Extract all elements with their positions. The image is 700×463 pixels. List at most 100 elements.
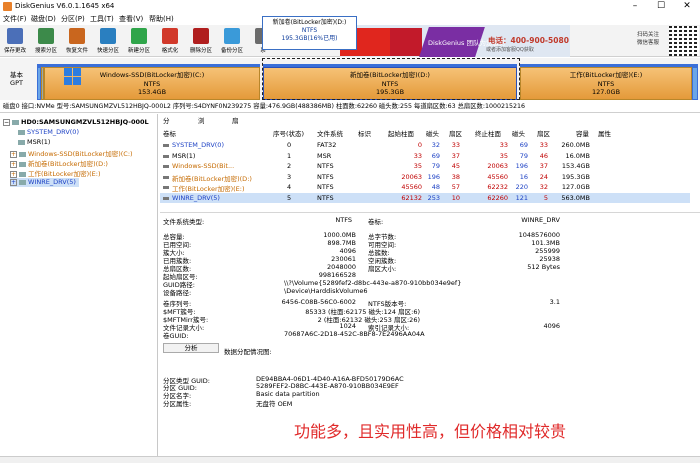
col-start-head[interactable]: 磁头 [426,128,439,138]
tree-item-c[interactable]: + Windows-SSD(BitLocker加密)(C:) [10,148,133,158]
cell-sc: 20063 [401,172,422,181]
partition-icon [19,151,26,157]
col-end-sector[interactable]: 扇区 [537,128,550,138]
cell-cap: 195.3GB [561,172,590,181]
table-row[interactable]: MSR(1) 1 MSR 33 69 37 35 79 46 16.0MB [160,151,690,161]
partition-tooltip: 新加卷(BitLocker加密)(D:) NTFS 195.3GB(16%已用) [262,16,357,50]
banner-qq-text: 或者添加客服QQ获取 [486,47,534,53]
cell-ec: 45560 [487,172,508,181]
menu-view[interactable]: 查看(V) [119,14,143,24]
partition-row-icon [163,196,169,200]
menu-help[interactable]: 帮助(H) [149,14,174,24]
expand-icon[interactable]: + [10,160,17,168]
table-row[interactable]: 工作(BitLocker加密)(E:) 4 NTFS 45560 48 57 62232 22… [160,182,690,193]
cell-cap: 153.4GB [561,162,590,170]
menu-disk[interactable]: 磁盘(D) [31,14,56,24]
col-index[interactable]: 序号(状态) [273,128,304,138]
col-end-head[interactable]: 磁头 [512,128,525,138]
guid-path-value: \\?\Volume{5289fef2-d8bc-443e-a870-910bb… [284,279,462,287]
expand-icon[interactable]: + [10,170,17,178]
cell-eh: 69 [519,141,528,149]
search-partition-button[interactable]: 搜索分区 [31,27,61,57]
menu-partition[interactable]: 分区(P) [61,14,85,24]
partition-details: 文件系统类型: NTFS 卷标: WINRE_DRV 总容量: 1000.0MB 已… [160,212,700,385]
vol-label-label: 卷标: [368,218,384,226]
disk-type-label: 基本 GPT [10,71,23,87]
backup-partition-button[interactable]: 备份分区 [217,27,247,57]
cell-ss: 38 [451,172,460,181]
cell-sc: 0 [417,141,422,149]
device-path-label: 设备路径: [163,289,192,297]
segment-e-drive[interactable]: 工作(BitLocker加密)(E:) NTFS 127.0GB [520,64,692,100]
format-button[interactable]: 格式化 [155,27,185,57]
quick-partition-icon [100,28,116,44]
delete-icon [193,28,209,44]
col-capacity[interactable]: 容量 [576,128,589,138]
cell-es: 5 [543,193,548,202]
recover-files-button[interactable]: 恢复文件 [62,27,92,57]
cell-es: 46 [539,151,548,160]
qr-label: 扫码关注 微信客服 [637,32,660,46]
maximize-button[interactable]: ☐ [648,0,674,13]
cell-sc: 35 [413,162,422,170]
menu-tools[interactable]: 工具(T) [90,14,114,24]
cell-es: 33 [539,141,548,149]
pname-value: Basic data partition [256,390,320,398]
ad-banner[interactable]: DiskGenius 团队为您服务 电话：400-900-5080 或者添加客服… [340,25,570,57]
partition-icon [18,129,25,135]
tree-item-msr[interactable]: MSR(1) [18,138,50,147]
analyze-button[interactable]: 分析 [163,343,219,353]
serial-value: 6456-C08B-56C0-6002 [281,298,356,306]
collapse-icon[interactable]: − [3,118,10,126]
col-start-sector[interactable]: 扇区 [449,128,462,138]
table-row[interactable]: 新加卷(BitLocker加密)(D:) 3 NTFS 20063 196 38 45560… [160,172,690,183]
cell-ss: 37 [451,151,460,160]
cell-sh: 79 [431,162,440,170]
menu-file[interactable]: 文件(F) [3,14,27,24]
tree-item-winre[interactable]: + WINRE_DRV(5) [10,178,79,187]
backup-icon [224,28,240,44]
vguid-value: 70687A6C-2D18-452C-8BF8-7E2496AA04A [284,330,425,338]
cell-ec: 35 [499,151,508,160]
detail-left-value: 998166528 [318,271,356,279]
col-fs[interactable]: 文件系统 [317,128,343,138]
cell-sh: 48 [431,183,440,191]
recover-icon [69,28,85,44]
cell-sh: 196 [427,172,440,181]
cell-es: 24 [539,172,548,181]
col-id[interactable]: 标识 [358,128,371,138]
minimize-button[interactable]: – [622,0,648,13]
col-label[interactable]: 卷标 [163,128,176,138]
delete-partition-button[interactable]: 删除分区 [186,27,216,57]
col-start-cyl[interactable]: 起始柱面 [388,128,414,138]
tooltip-size: 195.3GB(16%已用) [281,35,338,42]
title-bar: DiskGenius V6.0.1.1645 x64 – ☐ ✕ [0,0,700,13]
partition-row-icon [163,165,169,168]
cell-sh: 32 [431,141,440,149]
fs-type-label: 文件系统类型: [163,218,205,226]
new-partition-button[interactable]: 新建分区 [124,27,154,57]
cell-ec: 20063 [487,162,508,170]
save-changes-button[interactable]: 保存更改 [0,27,30,57]
cell-label: Windows-SSD(Bit... [172,162,235,170]
col-attr[interactable]: 属性 [598,128,611,138]
tree-item-d[interactable]: + 新加卷(BitLocker加密)(D:) [10,158,108,168]
overlay-caption: 功能多，且实用性高，但价格相对较贵 [293,422,566,441]
expand-icon[interactable]: + [10,178,17,186]
table-row[interactable]: WINRE_DRV(5) 5 NTFS 62132 253 10 62260 121 5 563.… [160,192,690,203]
tooltip-name: 新加卷(BitLocker加密)(D:) [272,19,347,26]
table-row[interactable]: Windows-SSD(Bit... 2 NTFS 35 79 45 20063 196 37 1… [160,161,690,171]
quick-partition-button[interactable]: 快速分区 [93,27,123,57]
expand-icon[interactable]: + [10,150,17,158]
cell-eh: 220 [515,183,528,191]
segment-winre[interactable] [692,64,698,100]
tree-item-system[interactable]: SYSTEM_DRV(0) [18,128,79,137]
tree-disk-node[interactable]: − HD0:SAMSUNGMZVL512HBJQ-000L [3,118,149,127]
status-bar [0,456,700,463]
tree-item-e[interactable]: + 工作(BitLocker加密)(E:) [10,168,101,178]
disk-tree: − HD0:SAMSUNGMZVL512HBJQ-000L SYSTEM_DRV(… [0,114,158,457]
close-button[interactable]: ✕ [674,0,700,13]
cell-ss: 10 [451,193,460,202]
table-row[interactable]: SYSTEM_DRV(0) 0 FAT32 0 32 33 33 69 33 260.0MB [160,140,690,150]
col-end-cyl[interactable]: 终止柱面 [475,128,501,138]
